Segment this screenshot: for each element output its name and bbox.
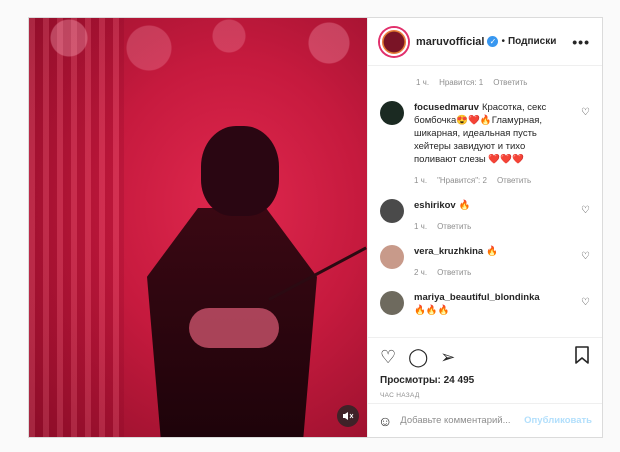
comment-input[interactable]: Добавьте комментарий...: [400, 415, 524, 426]
post-sidebar: maruvofficial ✓ • Подписки ••• 1 ч. Нрав…: [367, 18, 602, 437]
commenter-avatar[interactable]: [380, 245, 404, 269]
comment-body: vera_kruzhkina 🔥: [414, 245, 554, 258]
comment-time[interactable]: 2 ч.: [414, 268, 427, 277]
video-ornament: [29, 18, 367, 98]
comment-icon[interactable]: ◯: [408, 347, 428, 368]
caption-time[interactable]: 1 ч.: [416, 78, 429, 87]
comment-time[interactable]: 1 ч.: [414, 222, 427, 231]
comment-reply-button[interactable]: Ответить: [437, 222, 471, 231]
header-separator: •: [501, 36, 505, 47]
comment-like-icon[interactable]: ♡: [581, 205, 590, 216]
comment-body: focusedmaruv Красотка, секс бомбочка😍❤️🔥Г…: [414, 101, 554, 166]
verified-badge-icon: ✓: [487, 36, 499, 47]
comments-list[interactable]: 1 ч. Нравится: 1 Ответить focusedmaruv Кр…: [368, 66, 602, 337]
comment-reply-button[interactable]: Ответить: [497, 176, 531, 185]
comment-meta: 2 ч. Ответить: [414, 268, 554, 277]
comment-likes[interactable]: "Нравится": 2: [437, 176, 487, 185]
comment-reply-button[interactable]: Ответить: [437, 268, 471, 277]
add-comment-bar: ☺ Добавьте комментарий... Опубликовать: [368, 403, 602, 437]
comment-like-icon[interactable]: ♡: [581, 297, 590, 308]
author-avatar[interactable]: [380, 27, 408, 56]
commenter-username[interactable]: eshirikov: [414, 200, 456, 211]
comment-meta: 1 ч. Ответить: [414, 222, 554, 231]
commenter-username[interactable]: vera_kruzhkina: [414, 246, 483, 257]
caption-meta: 1 ч. Нравится: 1 Ответить: [380, 78, 590, 87]
video-figure-hair: [201, 126, 279, 216]
share-icon[interactable]: ➢: [440, 347, 455, 368]
comment-body: mariya_beautiful_blondinka 🔥🔥🔥: [414, 291, 554, 317]
emoji-icon[interactable]: ☺: [378, 413, 392, 429]
more-options-icon[interactable]: •••: [572, 34, 590, 50]
bookmark-icon[interactable]: [574, 346, 590, 369]
commenter-avatar[interactable]: [380, 101, 404, 125]
publish-button[interactable]: Опубликовать: [524, 415, 592, 426]
author-username[interactable]: maruvofficial: [416, 36, 484, 48]
following-button[interactable]: Подписки: [508, 36, 556, 47]
comment-time[interactable]: 1 ч.: [414, 176, 427, 185]
post-video[interactable]: [29, 18, 367, 437]
like-icon[interactable]: ♡: [380, 347, 396, 368]
comment-item: eshirikov 🔥 1 ч. Ответить ♡: [380, 199, 590, 231]
comment-item: vera_kruzhkina 🔥 2 ч. Ответить ♡: [380, 245, 590, 277]
commenter-username[interactable]: mariya_beautiful_blondinka: [414, 292, 540, 303]
bookmark-shape: [575, 346, 589, 364]
comment-item: focusedmaruv Красотка, секс бомбочка😍❤️🔥Г…: [380, 101, 590, 185]
comment-like-icon[interactable]: ♡: [581, 107, 590, 118]
commenter-avatar[interactable]: [380, 291, 404, 315]
post-actions: ♡ ◯ ➢ Просмотры: 24 495 ЧАС НАЗАД: [368, 337, 602, 403]
comment-like-icon[interactable]: ♡: [581, 251, 590, 262]
caption-likes[interactable]: Нравится: 1: [439, 78, 483, 87]
action-icons: ♡ ◯ ➢: [380, 346, 590, 369]
comment-item: mariya_beautiful_blondinka 🔥🔥🔥 ♡: [380, 291, 590, 317]
mute-button[interactable]: [337, 405, 359, 427]
commenter-username[interactable]: focusedmaruv: [414, 102, 479, 113]
comment-text: 🔥: [458, 200, 471, 211]
post-modal: maruvofficial ✓ • Подписки ••• 1 ч. Нрав…: [28, 17, 603, 438]
comment-text: 🔥: [486, 246, 499, 257]
post-header: maruvofficial ✓ • Подписки •••: [368, 18, 602, 66]
caption-reply-button[interactable]: Ответить: [493, 78, 527, 87]
views-count[interactable]: Просмотры: 24 495: [380, 375, 590, 386]
video-figure-arm: [189, 308, 279, 348]
speaker-muted-icon: [343, 412, 354, 420]
commenter-avatar[interactable]: [380, 199, 404, 223]
post-time[interactable]: ЧАС НАЗАД: [380, 392, 590, 399]
comment-text: 🔥🔥🔥: [414, 305, 450, 316]
comment-body: eshirikov 🔥: [414, 199, 554, 212]
comment-meta: 1 ч. "Нравится": 2 Ответить: [414, 176, 554, 185]
